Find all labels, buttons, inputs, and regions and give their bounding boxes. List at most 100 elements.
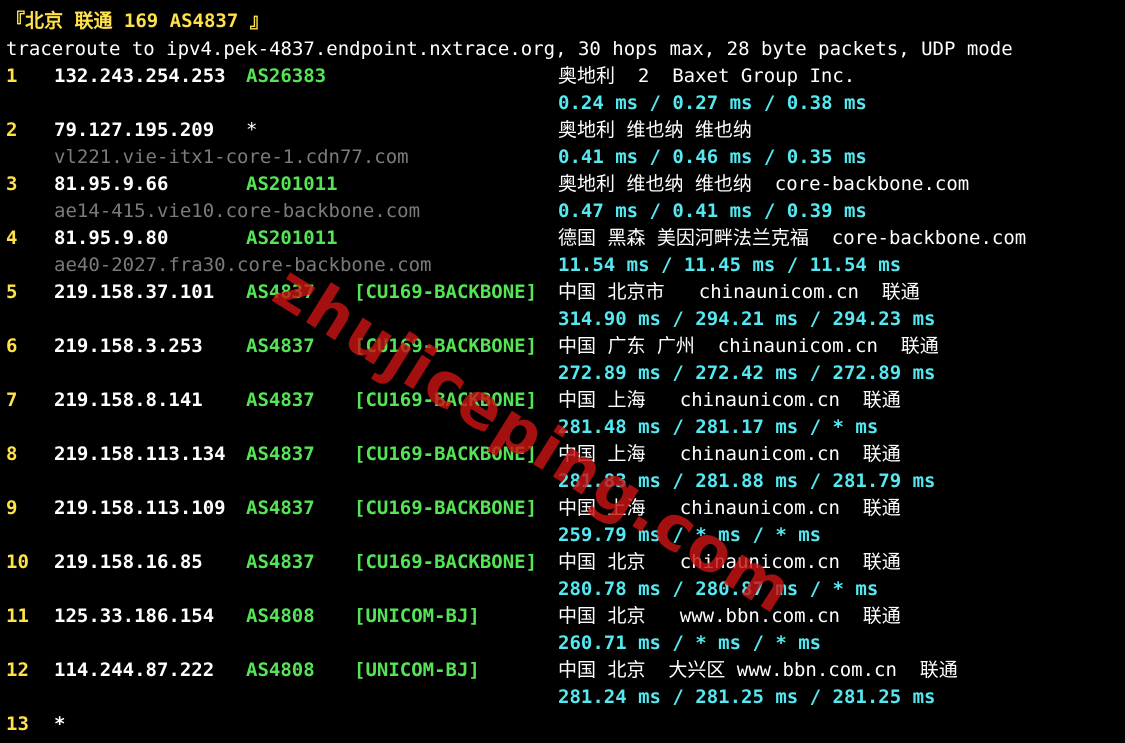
hop-ip: 219.158.3.253 xyxy=(54,335,203,357)
hop-detail-row: 314.90 ms / 294.21 ms / 294.23 ms xyxy=(6,306,1116,333)
hop-number: 13 xyxy=(6,713,29,735)
hop-latency: 11.54 ms / 11.45 ms / 11.54 ms xyxy=(558,254,902,276)
hop-detail-row: 280.78 ms / 280.87 ms / * ms xyxy=(6,576,1116,603)
hop-asn: AS4837 xyxy=(246,443,315,465)
hop-latency: 280.78 ms / 280.87 ms / * ms xyxy=(558,578,879,600)
hop-geo: 中国 广东 广州 chinaunicom.cn 联通 xyxy=(558,335,939,357)
hop-number: 2 xyxy=(6,119,18,141)
hop-row: 11 125.33.186.154 AS4808 [UNICOM-BJ] 中国 北京 w… xyxy=(6,603,1116,630)
hop-detail-row: ae40-2027.fra30.core-backbone.com 11.54 m… xyxy=(6,252,1116,279)
hop-row: 4 81.95.9.80 AS201011 德国 黑森 美因河畔法兰克福 core-b… xyxy=(6,225,1116,252)
hop-asn: AS201011 xyxy=(246,173,338,195)
hop-number: 8 xyxy=(6,443,18,465)
hop-asn: AS26383 xyxy=(246,65,327,87)
hop-latency: 0.47 ms / 0.41 ms / 0.39 ms xyxy=(558,200,867,222)
hop-number: 1 xyxy=(6,65,18,87)
hop-network-tag: [CU169-BACKBONE] xyxy=(354,497,538,519)
hop-latency: 0.24 ms / 0.27 ms / 0.38 ms xyxy=(558,92,867,114)
hop-detail-row: vl221.vie-itx1-core-1.cdn77.com 0.41 ms /… xyxy=(6,144,1116,171)
hop-network-tag: [CU169-BACKBONE] xyxy=(354,443,538,465)
hop-ip: 219.158.113.134 xyxy=(54,443,226,465)
hop-row: 10 219.158.16.85 AS4837 [CU169-BACKBONE] 中国 … xyxy=(6,549,1116,576)
hop-geo: 中国 北京 大兴区 www.bbn.com.cn 联通 xyxy=(558,659,958,681)
traceroute-command: traceroute to ipv4.pek-4837.endpoint.nxt… xyxy=(6,38,1013,60)
hop-detail-row: 281.48 ms / 281.17 ms / * ms xyxy=(6,414,1116,441)
hop-ip: 114.244.87.222 xyxy=(54,659,215,681)
hop-geo: 德国 黑森 美因河畔法兰克福 core-backbone.com xyxy=(558,227,1027,249)
hop-network-tag: [CU169-BACKBONE] xyxy=(354,281,538,303)
hop-row: 13 * xyxy=(6,711,1116,738)
hop-detail-row: 281.24 ms / 281.25 ms / 281.25 ms xyxy=(6,684,1116,711)
hop-detail-row: ae14-415.vie10.core-backbone.com 0.47 ms … xyxy=(6,198,1116,225)
hop-number: 5 xyxy=(6,281,18,303)
hop-row: 1 132.243.254.253 AS26383 奥地利 2 Baxet Group… xyxy=(6,63,1116,90)
hop-number: 12 xyxy=(6,659,29,681)
hop-detail-row: 260.71 ms / * ms / * ms xyxy=(6,630,1116,657)
hop-row: 8 219.158.113.134 AS4837 [CU169-BACKBONE] 中国… xyxy=(6,441,1116,468)
hop-asn: AS4837 xyxy=(246,497,315,519)
hop-latency: 281.24 ms / 281.25 ms / 281.25 ms xyxy=(558,686,936,708)
hop-ip: 219.158.16.85 xyxy=(54,551,203,573)
hop-detail-row: 272.89 ms / 272.42 ms / 272.89 ms xyxy=(6,360,1116,387)
hop-number: 11 xyxy=(6,605,29,627)
hop-ip: * xyxy=(54,713,66,735)
hop-row: 6 219.158.3.253 AS4837 [CU169-BACKBONE] 中国 广… xyxy=(6,333,1116,360)
hop-ip: 132.243.254.253 xyxy=(54,65,226,87)
hop-ip: 219.158.8.141 xyxy=(54,389,203,411)
hop-ip: 79.127.195.209 xyxy=(54,119,215,141)
hop-network-tag: [CU169-BACKBONE] xyxy=(354,551,538,573)
hop-asn: AS201011 xyxy=(246,227,338,249)
hop-hostname: ae14-415.vie10.core-backbone.com xyxy=(54,200,421,222)
hop-number: 3 xyxy=(6,173,18,195)
hop-latency: 259.79 ms / * ms / * ms xyxy=(558,524,822,546)
hop-row: 3 81.95.9.66 AS201011 奥地利 维也纳 维也纳 core-back… xyxy=(6,171,1116,198)
hop-number: 9 xyxy=(6,497,18,519)
hop-asn: AS4837 xyxy=(246,389,315,411)
hop-detail-row: 0.24 ms / 0.27 ms / 0.38 ms xyxy=(6,90,1116,117)
hop-row: 5 219.158.37.101 AS4837 [CU169-BACKBONE] 中国 … xyxy=(6,279,1116,306)
hop-network-tag: [UNICOM-BJ] xyxy=(354,659,480,681)
hop-network-tag: [CU169-BACKBONE] xyxy=(354,335,538,357)
hop-geo: 奥地利 2 Baxet Group Inc. xyxy=(558,65,856,87)
hop-latency: 260.71 ms / * ms / * ms xyxy=(558,632,822,654)
hop-network-tag: [UNICOM-BJ] xyxy=(354,605,480,627)
hop-asn: AS4837 xyxy=(246,335,315,357)
hop-geo: 中国 上海 chinaunicom.cn 联通 xyxy=(558,389,901,411)
hop-geo: 中国 上海 chinaunicom.cn 联通 xyxy=(558,497,901,519)
hop-detail-row: 281.83 ms / 281.88 ms / 281.79 ms xyxy=(6,468,1116,495)
hop-ip: 81.95.9.80 xyxy=(54,227,169,249)
hop-asn: AS4808 xyxy=(246,659,315,681)
hop-ip: 125.33.186.154 xyxy=(54,605,215,627)
hop-asn: AS4808 xyxy=(246,605,315,627)
hop-network-tag: [CU169-BACKBONE] xyxy=(354,389,538,411)
hop-row: 9 219.158.113.109 AS4837 [CU169-BACKBONE] 中国… xyxy=(6,495,1116,522)
hop-hostname: ae40-2027.fra30.core-backbone.com xyxy=(54,254,432,276)
hop-asn: AS4837 xyxy=(246,551,315,573)
hop-number: 4 xyxy=(6,227,18,249)
hop-latency: 281.83 ms / 281.88 ms / 281.79 ms xyxy=(558,470,936,492)
hop-ip: 81.95.9.66 xyxy=(54,173,169,195)
hop-asn: * xyxy=(246,119,258,141)
hop-row: 2 79.127.195.209 * 奥地利 维也纳 维也纳 xyxy=(6,117,1116,144)
hop-ip: 219.158.37.101 xyxy=(54,281,215,303)
hop-latency: 281.48 ms / 281.17 ms / * ms xyxy=(558,416,879,438)
hop-row: 12 114.244.87.222 AS4808 [UNICOM-BJ] 中国 北京 大… xyxy=(6,657,1116,684)
hop-geo: 奥地利 维也纳 维也纳 xyxy=(558,119,752,141)
hop-hostname: vl221.vie-itx1-core-1.cdn77.com xyxy=(54,146,409,168)
trace-title: 『北京 联通 169 AS4837 』 xyxy=(6,10,269,32)
hop-geo: 中国 上海 chinaunicom.cn 联通 xyxy=(558,443,901,465)
hop-number: 10 xyxy=(6,551,29,573)
hop-geo: 奥地利 维也纳 维也纳 core-backbone.com xyxy=(558,173,970,195)
hop-row: 7 219.158.8.141 AS4837 [CU169-BACKBONE] 中国 上… xyxy=(6,387,1116,414)
hop-latency: 0.41 ms / 0.46 ms / 0.35 ms xyxy=(558,146,867,168)
hop-asn: AS4837 xyxy=(246,281,315,303)
hop-ip: 219.158.113.109 xyxy=(54,497,226,519)
hop-geo: 中国 北京市 chinaunicom.cn 联通 xyxy=(558,281,920,303)
hop-number: 6 xyxy=(6,335,18,357)
hop-geo: 中国 北京 www.bbn.com.cn 联通 xyxy=(558,605,901,627)
hop-latency: 314.90 ms / 294.21 ms / 294.23 ms xyxy=(558,308,936,330)
hop-detail-row: 259.79 ms / * ms / * ms xyxy=(6,522,1116,549)
hop-number: 7 xyxy=(6,389,18,411)
hop-geo: 中国 北京 chinaunicom.cn 联通 xyxy=(558,551,901,573)
hop-latency: 272.89 ms / 272.42 ms / 272.89 ms xyxy=(558,362,936,384)
